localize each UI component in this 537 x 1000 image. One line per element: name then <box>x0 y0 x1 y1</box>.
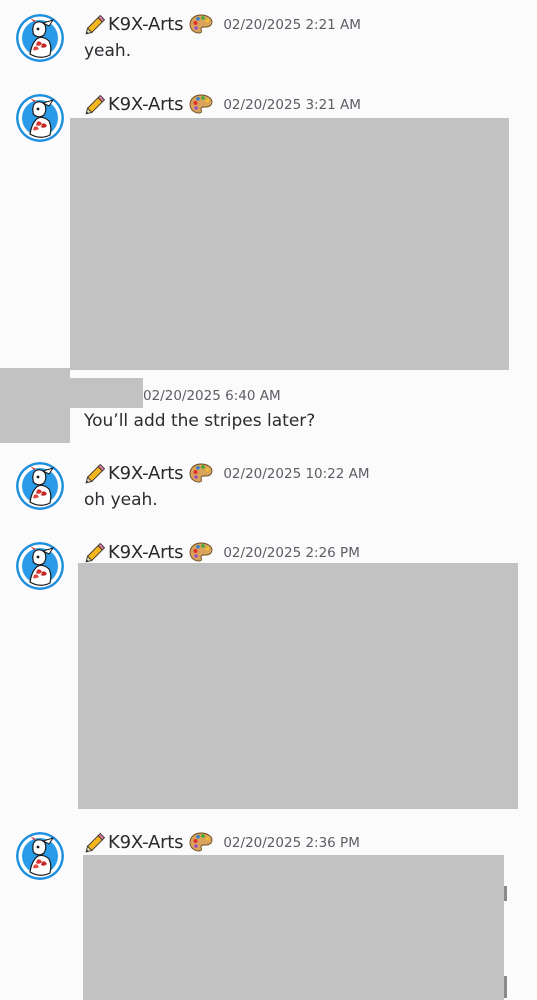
avatar[interactable] <box>16 832 64 880</box>
message-header: K9X-Arts 02/20/2025 10:22 AM <box>84 462 370 484</box>
artist-palette-icon <box>189 831 213 853</box>
scrollbar-thumb[interactable] <box>504 886 507 901</box>
artist-palette-icon <box>189 541 213 563</box>
message-header: K9X-Arts 02/20/2025 3:21 AM <box>84 93 361 115</box>
username[interactable]: K9X-Arts <box>108 463 184 484</box>
pencil-icon <box>84 831 108 853</box>
goat-character-avatar-icon <box>16 832 64 880</box>
timestamp: 02/20/2025 2:36 PM <box>223 835 360 851</box>
username[interactable]: K9X-Arts <box>108 14 184 35</box>
timestamp: 02/20/2025 2:26 PM <box>223 545 360 561</box>
message-header: K9X-Arts 02/20/2025 2:26 PM <box>84 541 360 563</box>
goat-character-avatar-icon <box>16 14 64 62</box>
pencil-icon <box>84 541 108 563</box>
timestamp: 02/20/2025 3:21 AM <box>223 97 361 113</box>
pencil-icon <box>84 93 108 115</box>
username[interactable]: K9X-Arts <box>108 832 184 853</box>
goat-character-avatar-icon <box>16 94 64 142</box>
username[interactable]: K9X-Arts <box>108 542 184 563</box>
artist-palette-icon <box>189 462 213 484</box>
timestamp: 02/20/2025 10:22 AM <box>223 466 370 482</box>
goat-character-avatar-icon <box>16 542 64 590</box>
message-header: K9X-Arts 02/20/2025 2:36 PM <box>84 831 360 853</box>
goat-character-avatar-icon <box>16 462 64 510</box>
pencil-icon <box>84 462 108 484</box>
image-attachment[interactable] <box>70 118 509 370</box>
artist-palette-icon <box>189 93 213 115</box>
message-text: yeah. <box>84 41 132 61</box>
timestamp: 02/20/2025 6:40 AM <box>143 388 281 404</box>
redacted-avatar <box>0 368 70 443</box>
image-attachment[interactable] <box>83 855 504 1000</box>
artist-palette-icon <box>189 13 213 35</box>
scrollbar-thumb[interactable] <box>504 976 507 998</box>
message-header: K9X-Arts 02/20/2025 2:21 AM <box>84 13 361 35</box>
avatar[interactable] <box>16 462 64 510</box>
message-text: You’ll add the stripes later? <box>84 411 316 431</box>
avatar[interactable] <box>16 94 64 142</box>
avatar[interactable] <box>16 14 64 62</box>
timestamp: 02/20/2025 2:21 AM <box>223 17 361 33</box>
redacted-username <box>70 378 143 408</box>
image-attachment[interactable] <box>78 563 518 809</box>
pencil-icon <box>84 13 108 35</box>
username[interactable]: K9X-Arts <box>108 94 184 115</box>
message-text: oh yeah. <box>84 490 158 510</box>
avatar[interactable] <box>16 542 64 590</box>
